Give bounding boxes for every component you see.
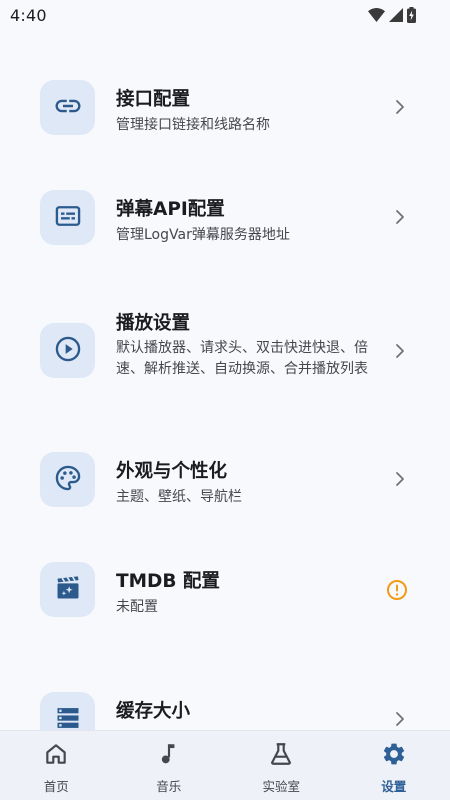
settings-item-tmdb-config[interactable]: TMDB 配置 未配置 bbox=[0, 552, 450, 632]
storage-icon bbox=[54, 704, 82, 731]
item-icon-tile bbox=[40, 323, 95, 378]
item-title: 弹幕API配置 bbox=[116, 199, 225, 220]
item-icon-tile bbox=[40, 452, 95, 507]
item-description: 默认播放器、请求头、双击快进快退、倍速、解析推送、自动换源、合并播放列表 bbox=[116, 340, 368, 377]
item-icon-tile bbox=[40, 692, 95, 730]
nav-item-music[interactable]: 音乐 bbox=[113, 731, 226, 800]
play-circle-icon bbox=[54, 335, 82, 367]
settings-item-interface-config[interactable]: 接口配置 管理接口链接和线路名称 bbox=[0, 70, 450, 150]
movie-clapperboard-icon bbox=[54, 574, 82, 606]
home-icon bbox=[43, 741, 69, 767]
nav-label: 设置 bbox=[381, 779, 407, 794]
chevron-right-icon bbox=[392, 99, 408, 115]
chevron-right-icon bbox=[392, 471, 408, 487]
nav-item-lab[interactable]: 实验室 bbox=[225, 731, 338, 800]
item-description: 未配置 bbox=[116, 599, 158, 615]
nav-label: 首页 bbox=[43, 779, 69, 794]
nav-item-settings[interactable]: 设置 bbox=[338, 731, 450, 800]
chevron-right-icon bbox=[392, 711, 408, 727]
settings-item-appearance[interactable]: 外观与个性化 主题、壁纸、导航栏 bbox=[0, 442, 450, 522]
item-title: 播放设置 bbox=[116, 313, 191, 334]
item-description: 管理接口链接和线路名称 bbox=[116, 117, 270, 133]
settings-item-danmaku-api-config[interactable]: 弹幕API配置 管理LogVar弹幕服务器地址 bbox=[0, 180, 450, 260]
flask-icon bbox=[268, 741, 294, 767]
item-title: 外观与个性化 bbox=[116, 461, 228, 482]
settings-list: 接口配置 管理接口链接和线路名称 弹幕API配置 管理LogVar弹幕服务器地址… bbox=[0, 0, 450, 730]
item-icon-tile bbox=[40, 190, 95, 245]
palette-icon bbox=[54, 464, 82, 496]
item-title: 缓存大小 bbox=[116, 701, 191, 722]
item-description: 管理LogVar弹幕服务器地址 bbox=[116, 227, 290, 243]
subtitles-icon bbox=[54, 202, 82, 234]
item-description: 主题、壁纸、导航栏 bbox=[116, 489, 242, 505]
item-title: 接口配置 bbox=[116, 89, 191, 110]
nav-label: 音乐 bbox=[156, 779, 182, 794]
nav-item-home[interactable]: 首页 bbox=[0, 731, 113, 800]
settings-screen: 4:40 接口配置 管理接口链接和线路名称 弹幕API配置 管理LogVar弹幕… bbox=[0, 0, 450, 800]
music-note-icon bbox=[156, 741, 182, 767]
settings-item-playback-settings[interactable]: 播放设置 默认播放器、请求头、双击快进快退、倍速、解析推送、自动换源、合并播放列… bbox=[0, 300, 450, 410]
chevron-right-icon bbox=[392, 209, 408, 225]
item-icon-tile bbox=[40, 562, 95, 617]
settings-item-cache-size[interactable]: 缓存大小 bbox=[0, 682, 450, 730]
nav-label: 实验室 bbox=[262, 779, 300, 794]
warning-circle-icon bbox=[386, 579, 408, 601]
chevron-right-icon bbox=[392, 343, 408, 359]
gear-icon bbox=[381, 741, 407, 767]
item-title: TMDB 配置 bbox=[116, 571, 220, 592]
item-icon-tile bbox=[40, 80, 95, 135]
link-icon bbox=[53, 91, 83, 125]
bottom-navigation-bar: 首页 音乐 实验室 设置 bbox=[0, 730, 450, 800]
